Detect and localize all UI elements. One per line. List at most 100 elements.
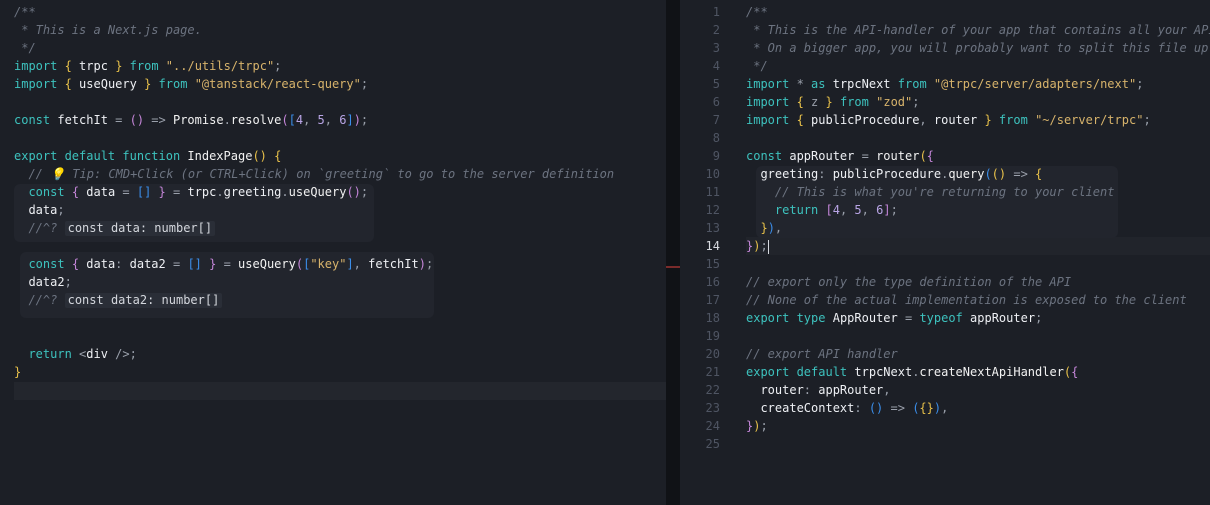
- code-token: (): [868, 401, 884, 415]
- code-token: {: [796, 95, 804, 109]
- code-line[interactable]: // This is what you're returning to your…: [746, 183, 1115, 201]
- code-token: =: [172, 257, 188, 271]
- code-token: return: [14, 347, 72, 361]
- code-line[interactable]: //^? const data: number[]: [14, 219, 216, 237]
- code-token: //^?: [14, 221, 58, 235]
- code-line[interactable]: import { z } from "zod";: [746, 93, 919, 111]
- code-token: data2: [14, 275, 65, 289]
- type-hint: const data: number[]: [64, 221, 216, 236]
- code-token: z: [803, 95, 826, 109]
- code-token: Promise: [172, 113, 224, 127]
- cursor-line-highlight: [14, 382, 666, 400]
- code-line[interactable]: router: appRouter,: [746, 381, 891, 399]
- line-number: 8: [712, 131, 720, 145]
- code-token: useQuery: [238, 257, 296, 271]
- code-line[interactable]: return [4, 5, 6];: [746, 201, 898, 219]
- right-editor-pane[interactable]: 1 /** 2 * This is the API-handler of your …: [680, 0, 1210, 505]
- code-token: ,: [883, 383, 891, 397]
- code-line[interactable]: /**: [746, 3, 768, 21]
- code-line[interactable]: //^? const data2: number[]: [14, 291, 223, 309]
- code-line[interactable]: }),: [746, 219, 782, 237]
- code-line[interactable]: /**: [14, 3, 36, 21]
- code-line[interactable]: // 💡 Tip: CMD+Click (or CTRL+Click) on `…: [14, 165, 614, 183]
- code-line[interactable]: greeting: publicProcedure.query(() => {: [746, 165, 1042, 183]
- code-token: trpc: [71, 59, 116, 73]
- code-line[interactable]: const appRouter = router({: [746, 147, 934, 165]
- code-token: data: [79, 257, 116, 271]
- code-line[interactable]: const fetchIt = () => Promise.resolve([4…: [14, 111, 368, 129]
- code-line[interactable]: * This is the API-handler of your app th…: [746, 21, 1210, 39]
- code-token: =: [897, 311, 920, 325]
- code-line[interactable]: import * as trpcNext from "@trpc/server/…: [746, 75, 1143, 93]
- code-token: 4: [832, 203, 840, 217]
- code-token: (): [991, 167, 1007, 181]
- code-line[interactable]: });: [746, 417, 768, 435]
- code-token: appRouter: [818, 383, 884, 397]
- code-token: ]: [346, 113, 354, 127]
- current-line-highlight: [746, 237, 1210, 255]
- code-line[interactable]: import { trpc } from "../utils/trpc";: [14, 57, 281, 75]
- code-line[interactable]: // export API handler: [746, 345, 898, 363]
- code-token: createNextApiHandler: [919, 365, 1064, 379]
- code-line[interactable]: // export only the type definition of th…: [746, 273, 1071, 291]
- code-line[interactable]: * This is a Next.js page.: [14, 21, 202, 39]
- code-token: ;: [274, 59, 282, 73]
- code-line[interactable]: const { data: data2 = [] } = useQuery(["…: [14, 255, 433, 273]
- code-line[interactable]: // None of the actual implementation is …: [746, 291, 1187, 309]
- code-token: fetchIt: [57, 113, 108, 127]
- code-token: ,: [774, 221, 783, 235]
- code-line[interactable]: import { useQuery } from "@tanstack/reac…: [14, 75, 368, 93]
- code-token: publicProcedure: [803, 113, 920, 127]
- code-token: AppRouter: [832, 311, 898, 325]
- code-token: ,: [353, 257, 369, 271]
- line-number: 13: [705, 221, 720, 235]
- code-token: * This is a Next.js page.: [14, 23, 202, 37]
- code-line[interactable]: export type AppRouter = typeof appRouter…: [746, 309, 1042, 327]
- code-token: import: [746, 95, 790, 109]
- line-number: 5: [712, 77, 720, 91]
- line-number: 3: [712, 41, 720, 55]
- code-token: div: [86, 347, 108, 361]
- code-token: 5: [854, 203, 862, 217]
- code-line[interactable]: * On a bigger app, you will probably wan…: [746, 39, 1210, 57]
- code-token: {: [1071, 365, 1079, 379]
- code-line[interactable]: });: [746, 237, 769, 255]
- line-number: 23: [705, 401, 720, 415]
- split-divider[interactable]: [666, 0, 680, 505]
- code-token: IndexPage: [187, 149, 253, 163]
- code-token: // export only the type definition of th…: [746, 275, 1072, 289]
- code-token: (): [252, 149, 267, 163]
- code-line[interactable]: export default function IndexPage() {: [14, 147, 281, 165]
- code-token: "~/server/trpc": [1035, 113, 1144, 127]
- line-number: 22: [705, 383, 720, 397]
- code-token: appRouter: [789, 149, 855, 163]
- code-line[interactable]: data2;: [14, 273, 72, 291]
- code-token: }: [158, 185, 166, 199]
- code-token: ;: [760, 419, 768, 433]
- code-token: ,: [839, 203, 855, 217]
- code-token: ;: [360, 113, 369, 127]
- code-token: trpcNext: [854, 365, 913, 379]
- code-token: {: [274, 149, 282, 163]
- code-token: />;: [107, 347, 137, 361]
- left-editor-pane[interactable]: /** * This is a Next.js page. */ import {…: [0, 0, 666, 505]
- code-line[interactable]: */: [746, 57, 767, 75]
- code-line[interactable]: data;: [14, 201, 64, 219]
- code-line[interactable]: export default trpcNext.createNextApiHan…: [746, 363, 1078, 381]
- code-token: ;: [64, 275, 72, 289]
- code-line[interactable]: const { data = [] } = trpc.greeting.useQ…: [14, 183, 368, 201]
- code-token: ;: [360, 185, 369, 199]
- code-line[interactable]: return <div />;: [14, 345, 137, 363]
- code-line[interactable]: createContext: () => ({}),: [746, 399, 948, 417]
- code-token: import: [746, 113, 790, 127]
- code-token: {: [64, 77, 72, 91]
- code-token: ): [418, 257, 426, 271]
- code-line[interactable]: }: [14, 363, 21, 381]
- code-line[interactable]: */: [14, 39, 35, 57]
- code-token: /**: [746, 5, 768, 19]
- code-line[interactable]: import { publicProcedure, router } from …: [746, 111, 1151, 129]
